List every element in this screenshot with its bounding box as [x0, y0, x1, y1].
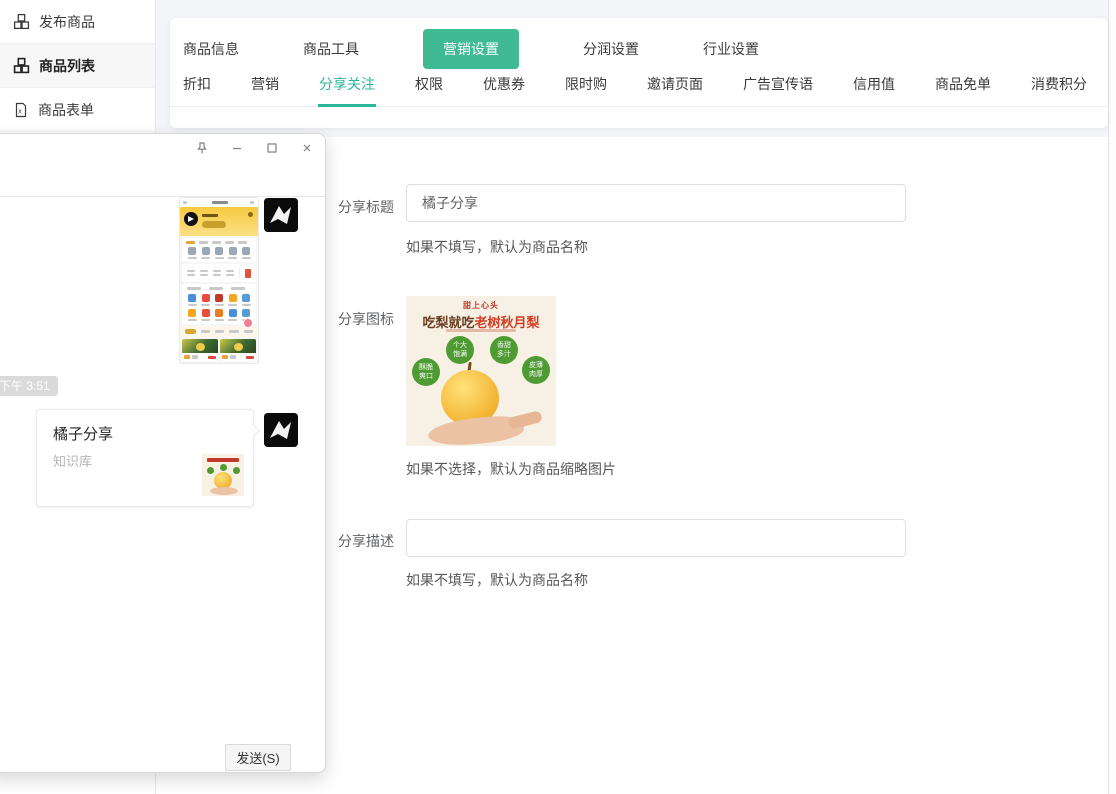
share-link-card-message[interactable]: 橘子分享 知识库 [36, 409, 254, 507]
sidebar-item-product-list[interactable]: 商品列表 [0, 44, 155, 88]
ad-feature-badge: 皮薄肉厚 [522, 356, 550, 384]
tab-industry-settings[interactable]: 行业设置 [703, 39, 759, 59]
tab-product-info[interactable]: 商品信息 [183, 39, 239, 59]
share-title-input[interactable] [406, 184, 906, 222]
ad-subline [446, 329, 516, 332]
tab-product-tools[interactable]: 商品工具 [303, 39, 359, 59]
phone-header [180, 207, 258, 236]
sidebar-item-product-form[interactable]: x 商品表单 [0, 88, 155, 132]
share-title-hint: 如果不填写，默认为商品名称 [406, 237, 588, 257]
svg-text:x: x [18, 108, 22, 115]
subtab-consume-points[interactable]: 消费积分 [1031, 74, 1087, 106]
subtab-credit-value[interactable]: 信用值 [853, 74, 895, 106]
secondary-tabs: 折扣 营销 分享关注 权限 优惠券 限时购 邀请页面 广告宣传语 信用值 商品免… [170, 68, 1107, 107]
share-card-thumbnail [202, 454, 244, 496]
phone-services-card [182, 284, 256, 324]
sidebar-item-label: 商品列表 [39, 56, 95, 76]
share-card-title: 橘子分享 [53, 423, 113, 444]
subtab-product-free[interactable]: 商品免单 [935, 74, 991, 106]
window-controls [194, 140, 315, 156]
ad-feature-badge: 个大饱满 [446, 336, 474, 364]
phone-bell-icon [248, 212, 253, 217]
sidebar-item-label: 发布商品 [39, 12, 95, 32]
subtab-discount[interactable]: 折扣 [183, 74, 211, 106]
share-desc-hint: 如果不填写，默认为商品名称 [406, 570, 588, 590]
share-icon-hint: 如果不选择，默认为商品缩略图片 [406, 459, 616, 479]
subtab-marketing[interactable]: 营销 [251, 74, 279, 106]
ad-headline-highlight: 老树秋月梨 [475, 315, 540, 330]
send-button[interactable]: 发送(S) [225, 744, 291, 771]
tabs-panel: 商品信息 商品工具 营销设置 分润设置 行业设置 折扣 营销 分享关注 权限 优… [170, 18, 1108, 128]
sidebar-item-label: 商品表单 [38, 100, 94, 120]
phone-floating-badge [243, 318, 253, 328]
subtab-permission[interactable]: 权限 [415, 74, 443, 106]
file-x-icon: x [13, 102, 29, 118]
subtab-coupon[interactable]: 优惠券 [483, 74, 525, 106]
subtab-flash-sale[interactable]: 限时购 [565, 74, 607, 106]
bubble-arrow [247, 424, 260, 437]
window-title-divider [0, 196, 325, 197]
share-icon-label: 分享图标 [338, 309, 398, 329]
ad-feature-badge: 酥脆爽口 [412, 358, 440, 386]
share-card-subtitle: 知识库 [53, 451, 92, 470]
share-desc-label: 分享描述 [338, 531, 398, 551]
phone-titlebar [180, 198, 258, 207]
phone-avatar [184, 212, 198, 226]
ad-top-badge: 甜上心头 [406, 300, 556, 311]
ad-headline-prefix: 吃梨就吃 [422, 315, 474, 330]
cubes-icon [13, 13, 30, 30]
close-icon[interactable] [299, 140, 315, 156]
maximize-icon[interactable] [264, 140, 280, 156]
phone-pagination-arrows: ‹› [180, 363, 258, 364]
primary-tabs: 商品信息 商品工具 营销设置 分润设置 行业设置 [170, 18, 1108, 68]
minimize-icon[interactable] [229, 140, 245, 156]
tab-marketing-settings[interactable]: 营销设置 [423, 29, 519, 69]
cubes-icon [13, 57, 30, 74]
pin-icon[interactable] [194, 140, 210, 156]
sender-avatar[interactable] [264, 198, 298, 232]
share-desc-input[interactable] [406, 519, 906, 557]
hand-fingers [507, 410, 543, 430]
tab-profit-settings[interactable]: 分润设置 [583, 39, 639, 59]
share-icon-image[interactable]: 甜上心头 吃梨就吃老树秋月梨 个大饱满 香甜多汁 酥脆爽口 皮薄肉厚 [406, 296, 556, 446]
phone-screenshot-message[interactable]: ‹› [179, 197, 259, 364]
sender-avatar[interactable] [264, 413, 298, 447]
screen: 发布商品 商品列表 x 商品表单 商品信息 商品工具 营销设置 分润设置 行业设… [0, 0, 1116, 794]
phone-product-banners [180, 337, 258, 363]
subtab-share-follow[interactable]: 分享关注 [319, 74, 375, 106]
phone-menu-card [182, 238, 256, 262]
sidebar-item-publish-product[interactable]: 发布商品 [0, 0, 155, 44]
phone-stats-row [182, 264, 256, 282]
subtab-ad-slogan[interactable]: 广告宣传语 [743, 74, 813, 106]
subtab-invite-page[interactable]: 邀请页面 [647, 74, 703, 106]
scrollbar-track[interactable] [1108, 0, 1116, 794]
ad-feature-badge: 香甜多汁 [490, 336, 518, 364]
chat-preview-window: ‹› 下午 3:51 橘子分享 知识库 发送(S) [0, 133, 326, 773]
share-title-label: 分享标题 [338, 197, 398, 217]
chat-timestamp: 下午 3:51 [0, 376, 58, 396]
